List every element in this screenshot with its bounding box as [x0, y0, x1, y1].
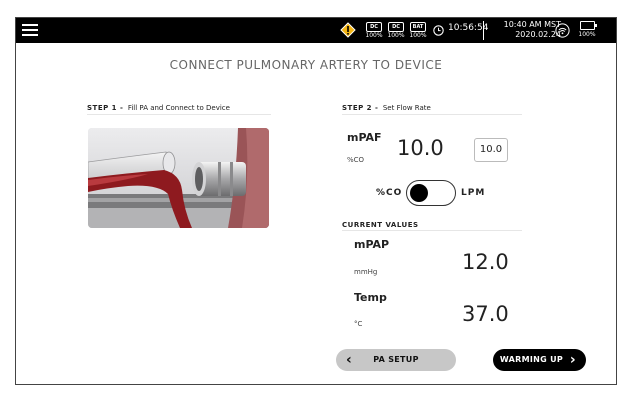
wifi-icon[interactable] — [555, 23, 570, 38]
warming-up-next-button[interactable]: WARMING UP › — [493, 349, 586, 371]
mpap-value: 12.0 — [462, 250, 509, 274]
mpap-unit: mmHg — [354, 268, 378, 276]
menu-icon[interactable] — [22, 24, 38, 37]
mpaf-setpoint-input[interactable]: 10.0 — [474, 138, 508, 162]
device-battery-icon: 100% — [578, 21, 597, 41]
bat-pct-3: 100% — [409, 32, 427, 39]
co-lpm-toggle[interactable] — [406, 180, 456, 206]
clock-time: 10:40 AM MST — [503, 20, 561, 29]
mpaf-value: 10.0 — [397, 136, 444, 160]
temp-value: 37.0 — [462, 302, 509, 326]
step1-divider — [87, 114, 271, 115]
bat-label-3: BAT — [410, 22, 426, 32]
current-divider — [342, 230, 522, 231]
clock-date: 2020.02.24 — [515, 30, 561, 39]
dc-battery-icon-2: DC 100% — [386, 22, 406, 40]
clock-icon — [433, 25, 444, 36]
dc-battery-icon-1: DC 100% — [364, 22, 384, 40]
dc-pct-2: 100% — [387, 32, 405, 39]
mpap-label: mPAP — [354, 238, 390, 251]
pa-connector-image — [88, 128, 269, 228]
next-button-label: WARMING UP — [499, 355, 564, 364]
status-bar: DC 100% DC 100% BAT 100% 10:56:54 10:40 … — [16, 18, 616, 43]
step2-heading: STEP 2 - Set Flow Rate — [342, 104, 431, 112]
step1-label: STEP 1 - — [87, 104, 124, 112]
temp-label: Temp — [354, 291, 387, 304]
step2-text: Set Flow Rate — [382, 104, 431, 112]
connection-illustration — [88, 128, 269, 228]
page-title: CONNECT PULMONARY ARTERY TO DEVICE — [169, 58, 443, 72]
screen-frame: DC 100% DC 100% BAT 100% 10:56:54 10:40 … — [15, 17, 617, 385]
current-values-heading: CURRENT VALUES — [342, 221, 419, 229]
dc-label-1: DC — [366, 22, 382, 32]
toggle-lpm-label: LPM — [461, 188, 486, 198]
step2-divider — [342, 114, 522, 115]
warning-icon[interactable] — [340, 22, 356, 38]
chevron-right-icon: › — [569, 352, 576, 368]
temp-unit: °C — [354, 320, 363, 328]
pa-setup-back-button[interactable]: ‹ PA SETUP — [336, 349, 456, 371]
battery-icon-3: BAT 100% — [408, 22, 428, 40]
status-divider — [483, 21, 484, 40]
mpaf-unit: %CO — [347, 156, 365, 164]
toggle-knob — [410, 184, 428, 202]
step1-text: Fill PA and Connect to Device — [127, 104, 230, 112]
dc-pct-1: 100% — [365, 32, 383, 39]
device-battery-pct: 100% — [578, 31, 596, 38]
chevron-left-icon: ‹ — [346, 352, 353, 368]
back-button-label: PA SETUP — [373, 355, 419, 364]
step2-label: STEP 2 - — [342, 104, 379, 112]
date-time: 10:40 AM MST 2020.02.24 — [489, 20, 561, 40]
step1-heading: STEP 1 - Fill PA and Connect to Device — [87, 104, 230, 112]
mpaf-label: mPAF — [347, 131, 382, 144]
dc-label-2: DC — [388, 22, 404, 32]
toggle-co-label: %CO — [376, 188, 403, 198]
